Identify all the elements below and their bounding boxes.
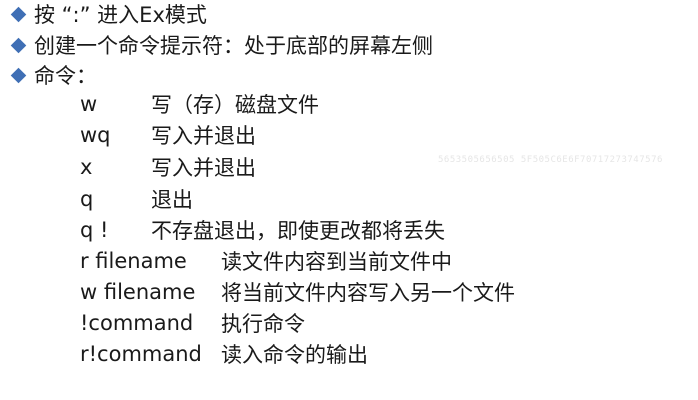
- command-name: q !: [80, 218, 109, 242]
- bullet-text: 命令：: [34, 64, 97, 88]
- command-name: !command: [80, 311, 194, 335]
- command-desc: 将当前文件内容写入另一个文件: [221, 281, 515, 305]
- command-desc: 读入命令的输出: [221, 343, 368, 367]
- command-name: w filename: [80, 280, 196, 304]
- command-name: q: [80, 187, 94, 211]
- bullet-ex-mode: 按 “:” 进入Ex模式: [10, 0, 207, 28]
- diamond-bullet-icon: [10, 37, 27, 53]
- command-desc: 写入并退出: [151, 124, 256, 148]
- command-name: x: [80, 155, 93, 179]
- diamond-bullet-icon: [10, 6, 27, 22]
- watermark: 5653505656505 5F505C6E6F70717273747576: [438, 155, 663, 165]
- command-name: r!command: [80, 342, 202, 366]
- slide: 按 “:” 进入Ex模式 创建一个命令提示符：处于底部的屏幕左侧 命令： w 写…: [0, 0, 698, 400]
- command-name: w: [80, 92, 98, 116]
- command-desc: 读文件内容到当前文件中: [221, 250, 452, 274]
- diamond-bullet-icon: [10, 67, 27, 83]
- command-desc: 不存盘退出，即使更改都将丢失: [151, 219, 445, 243]
- command-name: r filename: [80, 249, 187, 273]
- command-desc: 写（存）磁盘文件: [151, 93, 319, 117]
- bullet-text: 创建一个命令提示符：处于底部的屏幕左侧: [34, 34, 433, 58]
- command-desc: 退出: [151, 188, 193, 212]
- command-desc: 执行命令: [221, 312, 305, 336]
- command-name: wq: [80, 123, 111, 147]
- bullet-text: 按 “:” 进入Ex模式: [34, 3, 207, 27]
- bullet-commands: 命令：: [10, 61, 97, 89]
- bullet-prompt: 创建一个命令提示符：处于底部的屏幕左侧: [10, 31, 433, 59]
- command-desc: 写入并退出: [151, 156, 256, 180]
